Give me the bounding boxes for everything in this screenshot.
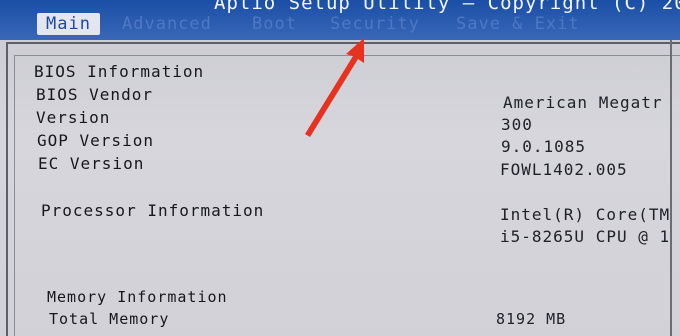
- red-arrow-pointer-icon: [305, 38, 364, 137]
- bios-screen: Aptio Setup Utility – Copyright (C) 20 M…: [0, 0, 680, 336]
